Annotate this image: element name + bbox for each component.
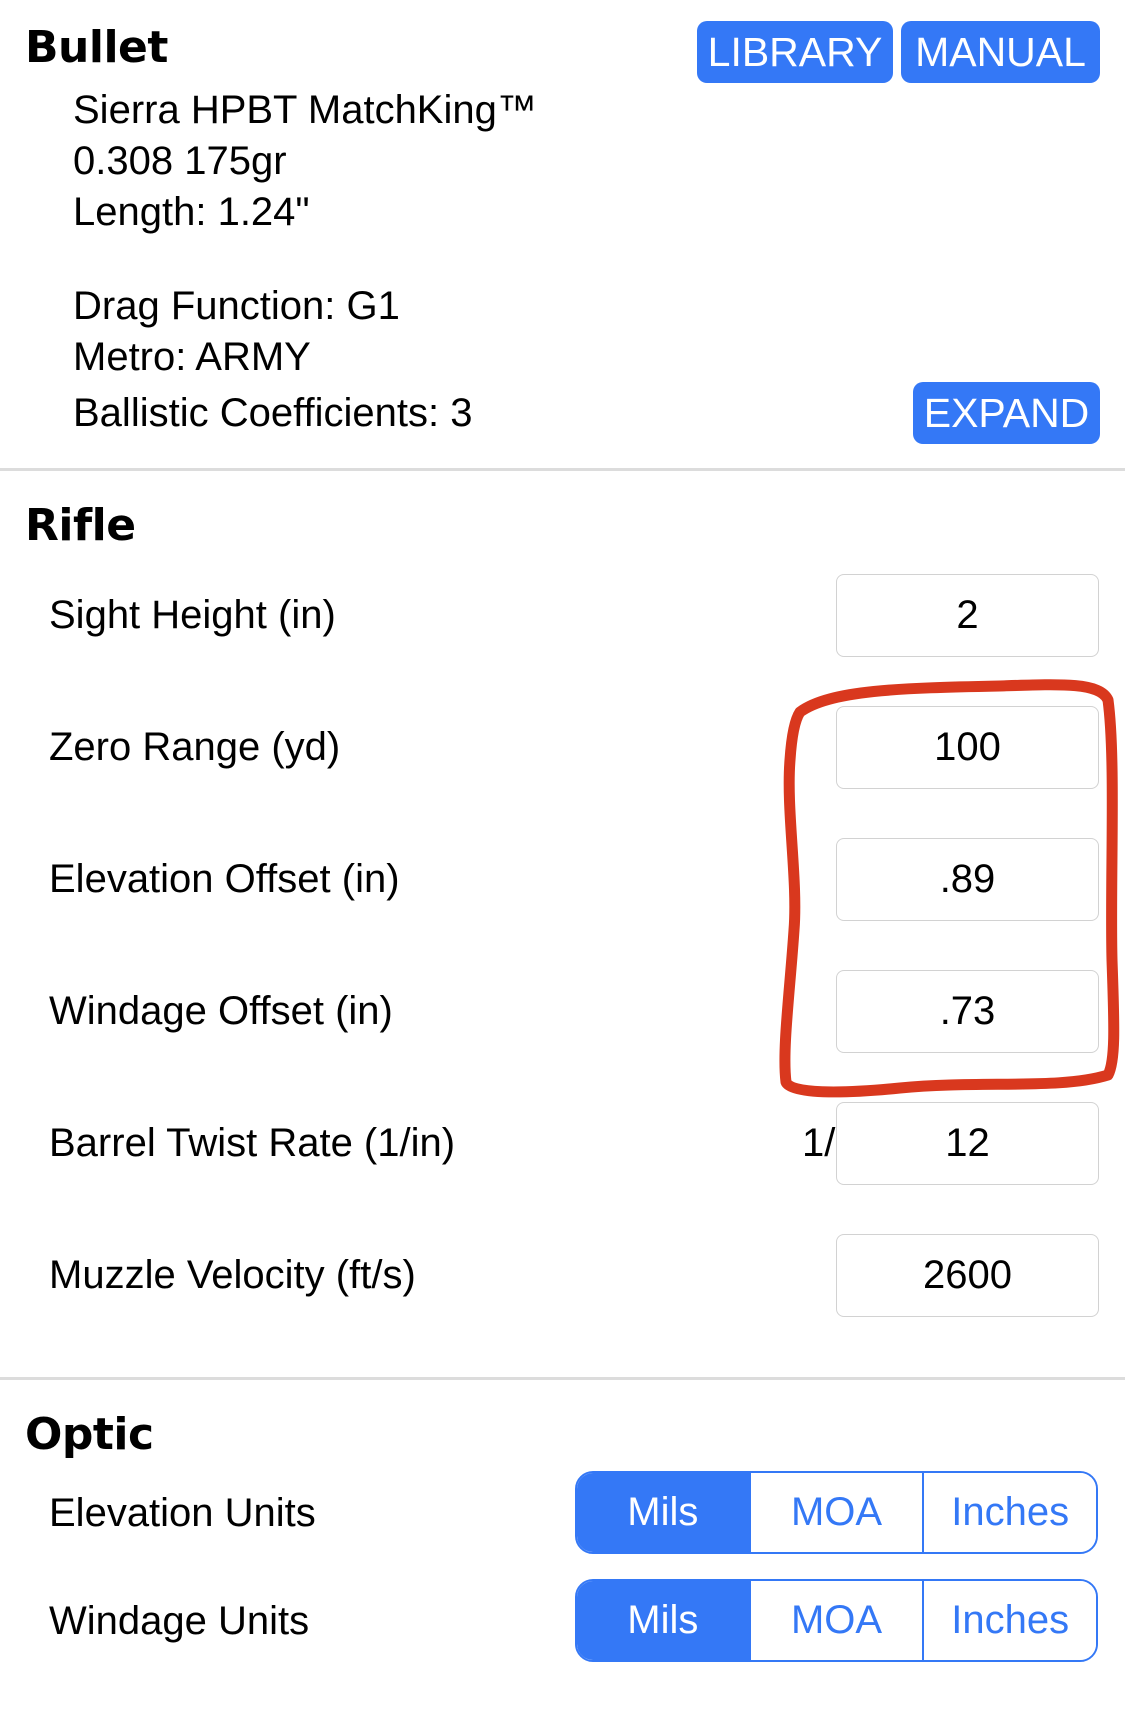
library-button[interactable]: LIBRARY xyxy=(697,21,893,83)
expand-button[interactable]: EXPAND xyxy=(913,382,1100,444)
muzzle-velocity-field[interactable]: 2600 xyxy=(836,1234,1099,1317)
sight-height-field[interactable]: 2 xyxy=(836,574,1099,657)
zero-range-label: Zero Range (yd) xyxy=(49,725,341,769)
windage-units-moa[interactable]: MOA xyxy=(748,1581,923,1660)
windage-units-label: Windage Units xyxy=(49,1599,310,1643)
barrel-twist-field[interactable]: 12 xyxy=(836,1102,1099,1185)
bullet-caliber-weight: 0.308 175gr xyxy=(73,139,287,183)
windage-units-segmented-control[interactable]: Mils MOA Inches xyxy=(575,1579,1098,1662)
barrel-twist-prefix: 1/ xyxy=(802,1121,836,1165)
elevation-units-moa[interactable]: MOA xyxy=(748,1473,923,1552)
barrel-twist-label: Barrel Twist Rate (1/in) xyxy=(49,1121,456,1165)
rifle-section-title: Rifle xyxy=(25,500,136,551)
section-divider xyxy=(0,468,1125,471)
section-divider xyxy=(0,1377,1125,1380)
windage-offset-field[interactable]: .73 xyxy=(836,970,1099,1053)
windage-units-mils[interactable]: Mils xyxy=(577,1581,749,1660)
bullet-name: Sierra HPBT MatchKing™ xyxy=(73,88,537,132)
muzzle-velocity-label: Muzzle Velocity (ft/s) xyxy=(49,1253,416,1297)
elevation-units-inches[interactable]: Inches xyxy=(922,1473,1096,1552)
sight-height-label: Sight Height (in) xyxy=(49,593,336,637)
optic-section-title: Optic xyxy=(25,1409,154,1460)
elevation-units-mils[interactable]: Mils xyxy=(577,1473,749,1552)
elevation-offset-label: Elevation Offset (in) xyxy=(49,857,400,901)
manual-button[interactable]: MANUAL xyxy=(901,21,1100,83)
elevation-units-label: Elevation Units xyxy=(49,1491,316,1535)
ballistic-coefficients: Ballistic Coefficients: 3 xyxy=(73,391,473,435)
windage-units-inches[interactable]: Inches xyxy=(922,1581,1096,1660)
metro: Metro: ARMY xyxy=(73,335,311,379)
bullet-section-title: Bullet xyxy=(25,22,168,73)
windage-offset-label: Windage Offset (in) xyxy=(49,989,393,1033)
elevation-units-segmented-control[interactable]: Mils MOA Inches xyxy=(575,1471,1098,1554)
elevation-offset-field[interactable]: .89 xyxy=(836,838,1099,921)
zero-range-field[interactable]: 100 xyxy=(836,706,1099,789)
drag-function: Drag Function: G1 xyxy=(73,284,400,328)
bullet-length: Length: 1.24" xyxy=(73,190,310,234)
ballistics-settings-page: Bullet LIBRARY MANUAL Sierra HPBT MatchK… xyxy=(0,0,1125,1712)
